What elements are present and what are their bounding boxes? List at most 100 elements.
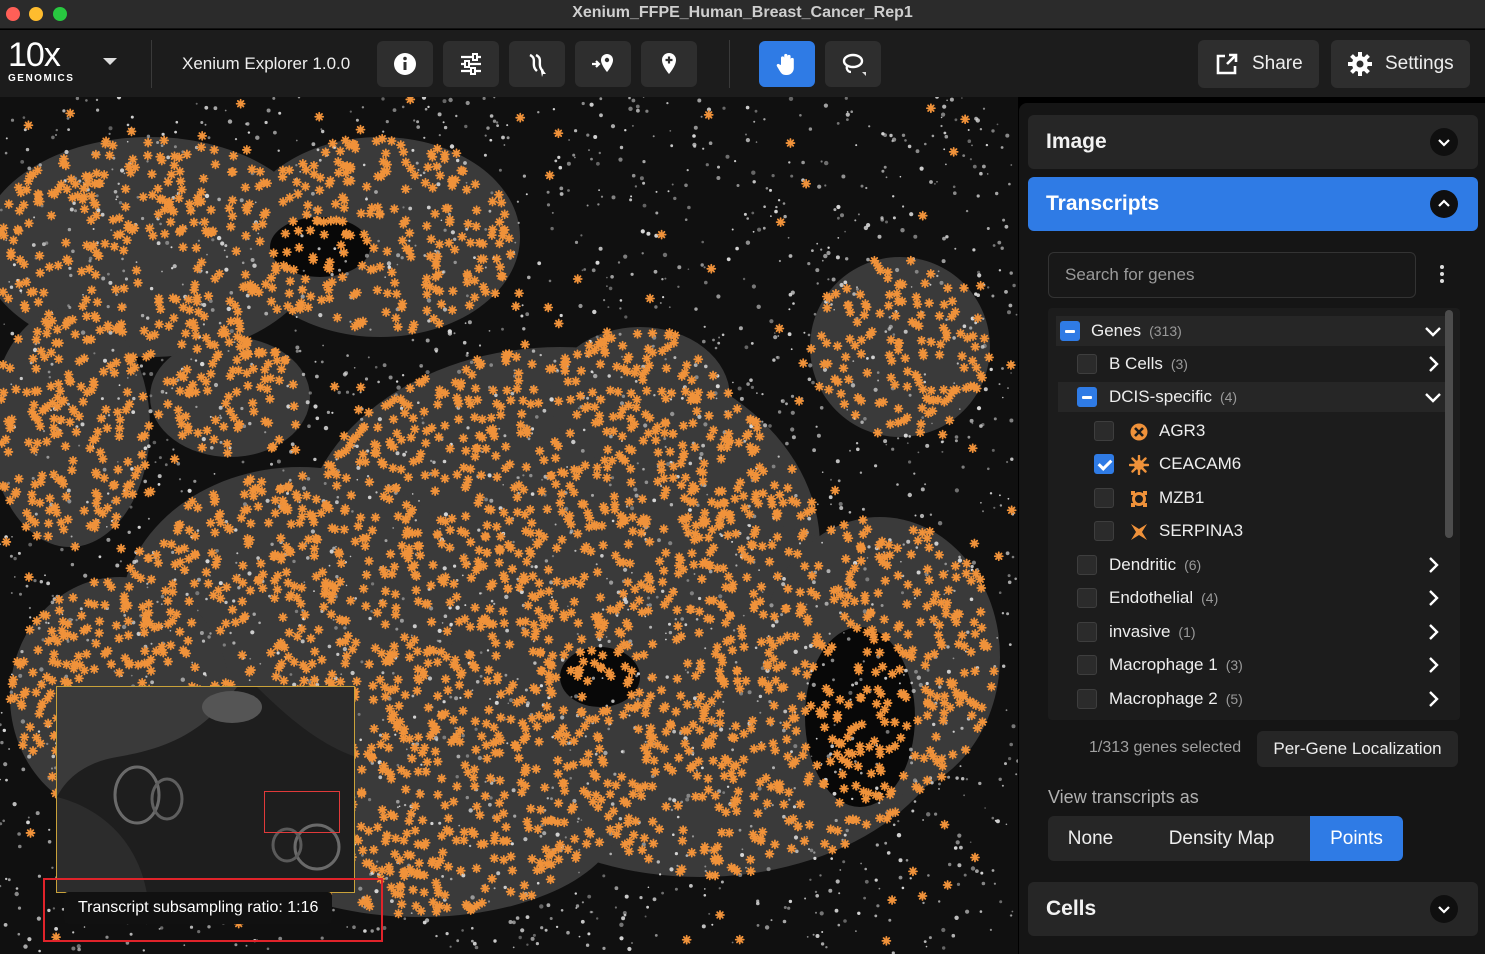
dcis-specific-checkbox[interactable] bbox=[1077, 387, 1097, 407]
minimap[interactable] bbox=[56, 686, 355, 893]
hand-icon bbox=[776, 53, 794, 75]
gene-group-dendritic[interactable]: Dendritic (6) bbox=[1056, 550, 1448, 580]
tissue-image-viewport[interactable]: Transcript subsampling ratio: 1:16 bbox=[0, 97, 1018, 954]
chevron-up-icon bbox=[1438, 199, 1450, 207]
share-button[interactable]: Share bbox=[1198, 40, 1319, 88]
info-button[interactable] bbox=[377, 41, 433, 87]
chevron-down-icon bbox=[1438, 139, 1450, 147]
chevron-down-icon[interactable] bbox=[1424, 388, 1442, 406]
x-mark-glyph-icon bbox=[1131, 524, 1147, 540]
gene-label: AGR3 bbox=[1159, 421, 1206, 440]
gene-group-b-cells[interactable]: B Cells (3) bbox=[1056, 349, 1448, 379]
gene-search-input[interactable]: Search for genes bbox=[1048, 252, 1416, 298]
gene-list-scroll-thumb[interactable] bbox=[1445, 310, 1453, 538]
serpina3-checkbox[interactable] bbox=[1094, 521, 1114, 541]
ring-glyph-icon bbox=[1131, 491, 1147, 507]
share-label: Share bbox=[1252, 53, 1303, 74]
lasso-tool-button[interactable] bbox=[825, 41, 881, 87]
genes-root-checkbox[interactable] bbox=[1060, 321, 1080, 341]
mzb1-checkbox[interactable] bbox=[1094, 488, 1114, 508]
gene-label: SERPINA3 bbox=[1159, 521, 1244, 540]
gene-list-scrollbar[interactable] bbox=[1445, 308, 1455, 720]
invasive-checkbox[interactable] bbox=[1077, 622, 1097, 642]
adjustments-button[interactable] bbox=[443, 41, 499, 87]
gene-group-label: Macrophage 2 (5) bbox=[1109, 689, 1243, 708]
gene-group-label: Macrophage 1 (3) bbox=[1109, 655, 1243, 674]
collapse-transcripts-button[interactable] bbox=[1430, 190, 1458, 218]
toolbar-divider bbox=[151, 40, 152, 88]
info-icon bbox=[394, 53, 416, 75]
subsampling-ratio-tooltip: Transcript subsampling ratio: 1:16 bbox=[64, 892, 333, 924]
transcripts-section-header[interactable]: Transcripts bbox=[1028, 177, 1478, 231]
window-title: Xenium_FFPE_Human_Breast_Cancer_Rep1 bbox=[572, 4, 913, 21]
gene-group-label: Endothelial (4) bbox=[1109, 588, 1219, 607]
window-titlebar: Xenium_FFPE_Human_Breast_Cancer_Rep1 bbox=[0, 0, 1485, 29]
cells-section-title: Cells bbox=[1046, 897, 1097, 920]
minimap-image bbox=[57, 687, 354, 892]
gene-group-dcis-specific[interactable]: DCIS-specific (4) bbox=[1058, 382, 1448, 412]
view-density-map-option[interactable]: Density Map bbox=[1133, 816, 1310, 861]
pan-tool-button[interactable] bbox=[759, 41, 815, 87]
gene-group-macrophage-1[interactable]: Macrophage 1 (3) bbox=[1056, 650, 1448, 680]
more-options-icon[interactable] bbox=[1437, 265, 1447, 287]
logo-main: 10x bbox=[8, 36, 61, 74]
sliders-icon bbox=[461, 53, 481, 75]
arrow-to-pin-icon bbox=[592, 54, 613, 72]
gene-row-mzb1[interactable]: MZB1 bbox=[1056, 483, 1456, 513]
gene-row-agr3[interactable]: AGR3 bbox=[1056, 416, 1456, 446]
expand-cells-button[interactable] bbox=[1430, 895, 1458, 923]
per-gene-localization-button[interactable]: Per-Gene Localization bbox=[1257, 731, 1458, 767]
chevron-down-icon bbox=[1438, 906, 1450, 914]
view-none-option[interactable]: None bbox=[1048, 816, 1133, 861]
dendritic-checkbox[interactable] bbox=[1077, 555, 1097, 575]
app-version-label: Xenium Explorer 1.0.0 bbox=[182, 54, 351, 73]
add-pin-button[interactable] bbox=[641, 41, 697, 87]
navigate-to-location-button[interactable] bbox=[575, 41, 631, 87]
gene-root-row[interactable]: Genes (313) bbox=[1056, 316, 1448, 346]
gene-group-invasive[interactable]: invasive (1) bbox=[1056, 617, 1448, 647]
chevron-down-icon[interactable] bbox=[1424, 322, 1442, 340]
gene-tree[interactable]: Genes (313) B Cells (3) DCIS-specific (4) A… bbox=[1048, 308, 1460, 720]
settings-label: Settings bbox=[1385, 53, 1454, 74]
ceacam6-checkbox[interactable] bbox=[1094, 454, 1114, 474]
macrophage-2-checkbox[interactable] bbox=[1077, 689, 1097, 709]
genes-selected-count: 1/313 genes selected bbox=[1089, 739, 1242, 756]
gene-group-endothelial[interactable]: Endothelial (4) bbox=[1056, 583, 1448, 613]
agr3-checkbox[interactable] bbox=[1094, 421, 1114, 441]
macrophage-1-checkbox[interactable] bbox=[1077, 655, 1097, 675]
brand-logo: 10x GENOMICS bbox=[8, 38, 88, 86]
gene-group-label: DCIS-specific (4) bbox=[1109, 387, 1238, 406]
view-points-option[interactable]: Points bbox=[1310, 816, 1403, 861]
gene-group-label: Dendritic (6) bbox=[1109, 555, 1202, 574]
image-section-header[interactable]: Image bbox=[1028, 115, 1478, 169]
chevron-right-icon[interactable] bbox=[1424, 623, 1442, 641]
minimap-viewport-indicator[interactable] bbox=[264, 791, 340, 833]
gene-panel-button[interactable] bbox=[509, 41, 565, 87]
chevron-right-icon[interactable] bbox=[1424, 656, 1442, 674]
gene-group-macrophage-2[interactable]: Macrophage 2 (5) bbox=[1056, 684, 1448, 714]
app-menu-caret-icon[interactable] bbox=[103, 58, 117, 65]
gene-row-serpina3[interactable]: SERPINA3 bbox=[1056, 516, 1456, 546]
map-pin-plus-icon bbox=[662, 53, 676, 74]
gene-label: MZB1 bbox=[1159, 488, 1205, 507]
logo-subtext: GENOMICS bbox=[8, 73, 75, 84]
gear-icon bbox=[1348, 52, 1372, 76]
dna-pointer-icon bbox=[529, 53, 546, 77]
main-toolbar: 10x GENOMICS Xenium Explorer 1.0.0 Share… bbox=[0, 30, 1485, 97]
starburst-glyph-icon bbox=[1129, 455, 1149, 475]
view-transcripts-label: View transcripts as bbox=[1048, 787, 1199, 807]
share-icon bbox=[1216, 53, 1238, 75]
chevron-right-icon[interactable] bbox=[1424, 589, 1442, 607]
chevron-right-icon[interactable] bbox=[1424, 556, 1442, 574]
search-placeholder: Search for genes bbox=[1065, 265, 1195, 284]
b-cells-checkbox[interactable] bbox=[1077, 354, 1097, 374]
transcripts-section-title: Transcripts bbox=[1046, 192, 1160, 215]
cells-section-header[interactable]: Cells bbox=[1028, 882, 1478, 936]
image-section-title: Image bbox=[1046, 130, 1107, 153]
chevron-right-icon[interactable] bbox=[1424, 690, 1442, 708]
endothelial-checkbox[interactable] bbox=[1077, 588, 1097, 608]
settings-button[interactable]: Settings bbox=[1331, 40, 1470, 88]
expand-image-button[interactable] bbox=[1430, 128, 1458, 156]
chevron-right-icon[interactable] bbox=[1424, 355, 1442, 373]
gene-row-ceacam6[interactable]: CEACAM6 bbox=[1056, 449, 1456, 479]
